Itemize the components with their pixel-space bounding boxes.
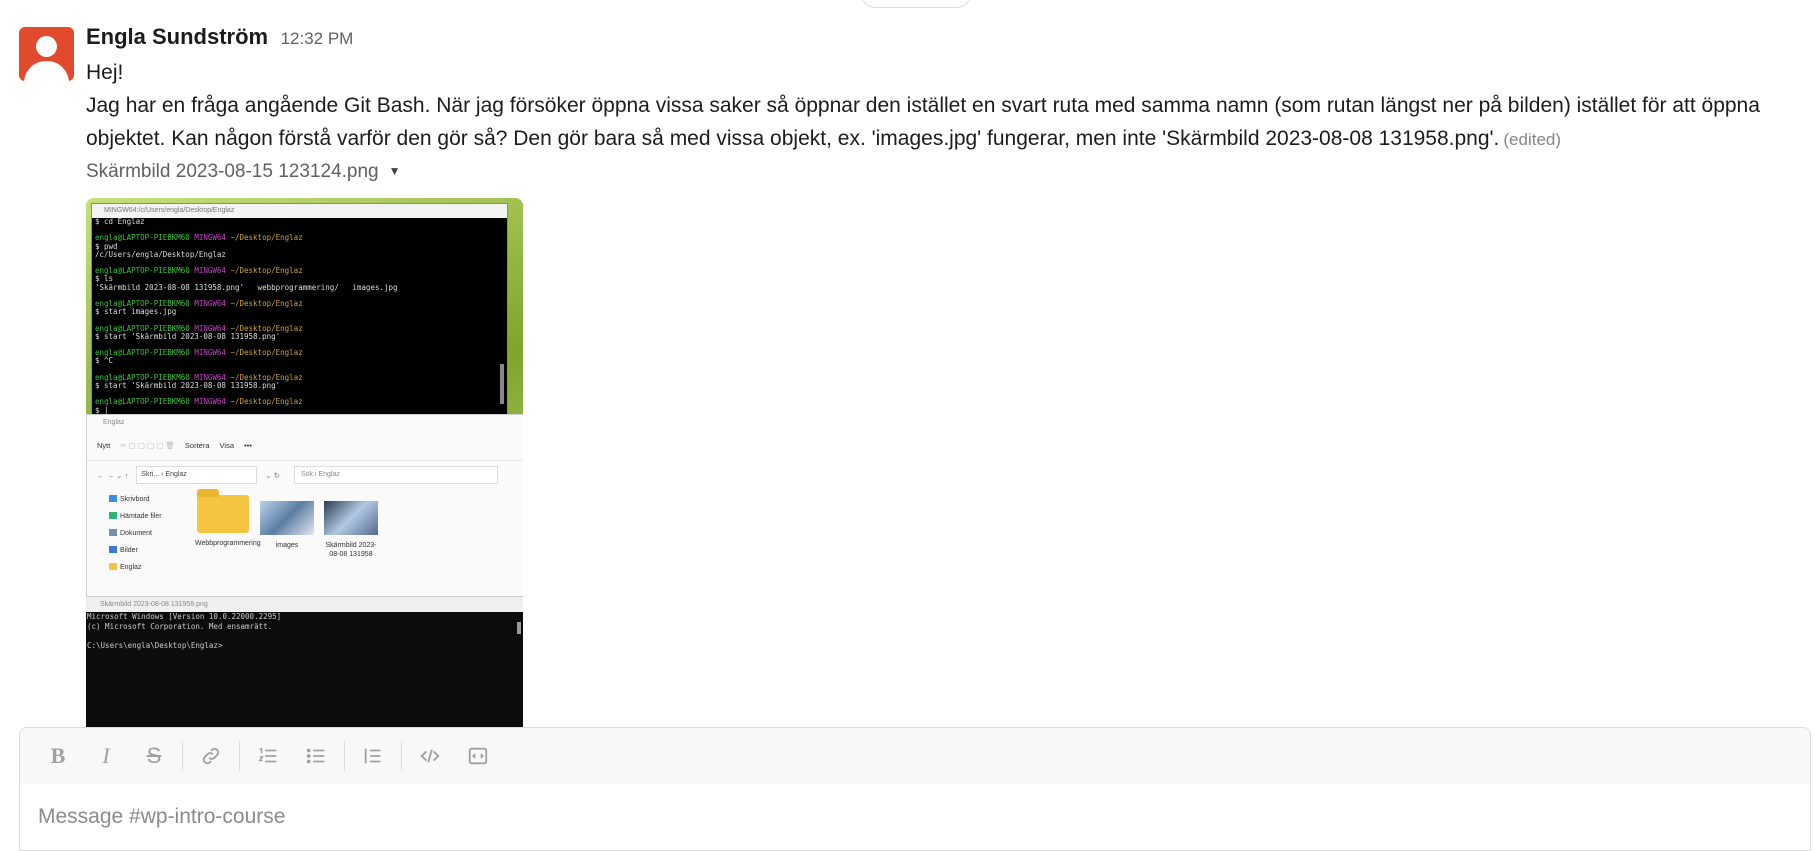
attachment-header[interactable]: Skärmbild 2023-08-15 123124.png ▼ — [86, 161, 401, 183]
cmd-line: Microsoft Windows [Version 10.0.22000.22… — [87, 612, 282, 621]
author-name[interactable]: Engla Sundström — [86, 24, 268, 49]
ordered-list-icon[interactable] — [244, 736, 292, 776]
terminal-line: engla@LAPTOP-PIEBKM60 MINGW64 ~/Desktop/… — [95, 397, 303, 407]
explorer-address-row: ← → ⌄ ↑ Skri... › Englaz ⌄ ↻ Sök i Engla… — [87, 461, 523, 489]
folder-icon — [197, 489, 249, 533]
message: Engla Sundström 12:32 PM Hej! Jag har en… — [0, 0, 1815, 730]
terminal-line: engla@LAPTOP-PIEBKM60 MINGW64 ~/Desktop/… — [95, 348, 303, 358]
explorer-toolbar: Nytt ✂ ▢ ▢ ▢ ▢ 🗑 Sortera Visa ••• — [87, 430, 523, 461]
terminal-line: 'Skärmbild 2023-08-08 131958.png' webbpr… — [95, 282, 398, 292]
message-header: Engla Sundström 12:32 PM — [86, 24, 353, 50]
gitbash-output: $ cd Englaz engla@LAPTOP-PIEBKM60 MINGW6… — [92, 217, 507, 415]
image-item: Skärmbild 2023-08-08 131958 — [323, 495, 379, 559]
image-item: images — [259, 495, 315, 559]
italic-icon[interactable]: I — [82, 736, 130, 776]
explorer-nav: Skrivbord Hämtade filer Dokument Bilder … — [109, 491, 187, 576]
terminal-line: $ cd Englaz — [95, 217, 145, 226]
link-icon[interactable] — [187, 736, 235, 776]
terminal-line: /c/Users/engla/Desktop/Englaz — [95, 249, 226, 259]
avatar[interactable] — [19, 27, 74, 81]
gitbash-window: MINGW64:/c/Users/engla/Desktop/Englaz $ … — [91, 203, 508, 417]
scrollbar — [517, 622, 521, 634]
strikethrough-icon[interactable]: S — [130, 736, 178, 776]
terminal-line: engla@LAPTOP-PIEBKM60 MINGW64 ~/Desktop/… — [95, 233, 303, 243]
cmd-title: Skärmbild 2023-08-08 131958.png — [86, 597, 523, 612]
cmd-line — [86, 631, 523, 641]
message-input[interactable] — [20, 784, 1810, 850]
explorer-title: Englaz — [103, 419, 125, 426]
file-explorer-window: Englaz Nytt ✂ ▢ ▢ ▢ ▢ 🗑 Sortera Visa •••… — [86, 414, 523, 598]
terminal-line: $ start 'Skärmbild 2023-08-08 131958.png… — [95, 331, 281, 341]
message-line-1: Hej! — [86, 61, 124, 84]
bold-icon[interactable]: B — [34, 736, 82, 776]
code-icon[interactable] — [406, 736, 454, 776]
scrollbar — [500, 364, 504, 404]
terminal-line: $ start 'Skärmbild 2023-08-08 131958.png… — [95, 381, 281, 391]
attachment-filename: Skärmbild 2023-08-15 123124.png — [86, 161, 379, 182]
terminal-line: $ start images.jpg — [95, 307, 177, 317]
explorer-files: Webbprogrammering images Skärmbild 2023-… — [195, 489, 379, 559]
view-button: Visa — [219, 440, 234, 450]
cmd-window: Skärmbild 2023-08-08 131958.png Microsof… — [86, 596, 523, 728]
cmd-output: Microsoft Windows [Version 10.0.22000.22… — [86, 612, 523, 650]
message-line-2: Jag har en fråga angående Git Bash. När … — [86, 94, 1760, 150]
attached-image[interactable]: MINGW64:/c/Users/engla/Desktop/Englaz $ … — [86, 198, 523, 728]
address-bar: Skri... › Englaz — [136, 466, 258, 484]
folder-item: Webbprogrammering — [195, 489, 261, 559]
edited-label: (edited) — [1503, 130, 1562, 149]
more-button: ••• — [244, 440, 252, 450]
bulleted-list-icon[interactable] — [292, 736, 340, 776]
terminal-line: $ ^C — [95, 356, 114, 366]
gitbash-title: MINGW64:/c/Users/engla/Desktop/Englaz — [92, 204, 507, 218]
cmd-line: (c) Microsoft Corporation. Med ensamrätt… — [87, 621, 273, 631]
sort-button: Sortera — [184, 440, 210, 450]
explorer-search: Sök i Englaz — [293, 466, 498, 484]
code-block-icon[interactable] — [454, 736, 502, 776]
new-button: Nytt — [97, 440, 111, 450]
message-text: Hej! Jag har en fråga angående Git Bash.… — [86, 56, 1786, 156]
caret-down-icon[interactable]: ▼ — [389, 164, 401, 178]
image-thumbnail — [260, 501, 314, 535]
blockquote-icon[interactable] — [349, 736, 397, 776]
image-thumbnail — [324, 501, 378, 535]
timestamp[interactable]: 12:32 PM — [281, 29, 354, 48]
message-composer: B I S — [19, 727, 1811, 851]
terminal-line: engla@LAPTOP-PIEBKM60 MINGW64 ~/Desktop/… — [95, 266, 303, 276]
formatting-toolbar: B I S — [20, 728, 1810, 784]
cmd-line: C:\Users\engla\Desktop\Englaz> — [87, 640, 223, 650]
